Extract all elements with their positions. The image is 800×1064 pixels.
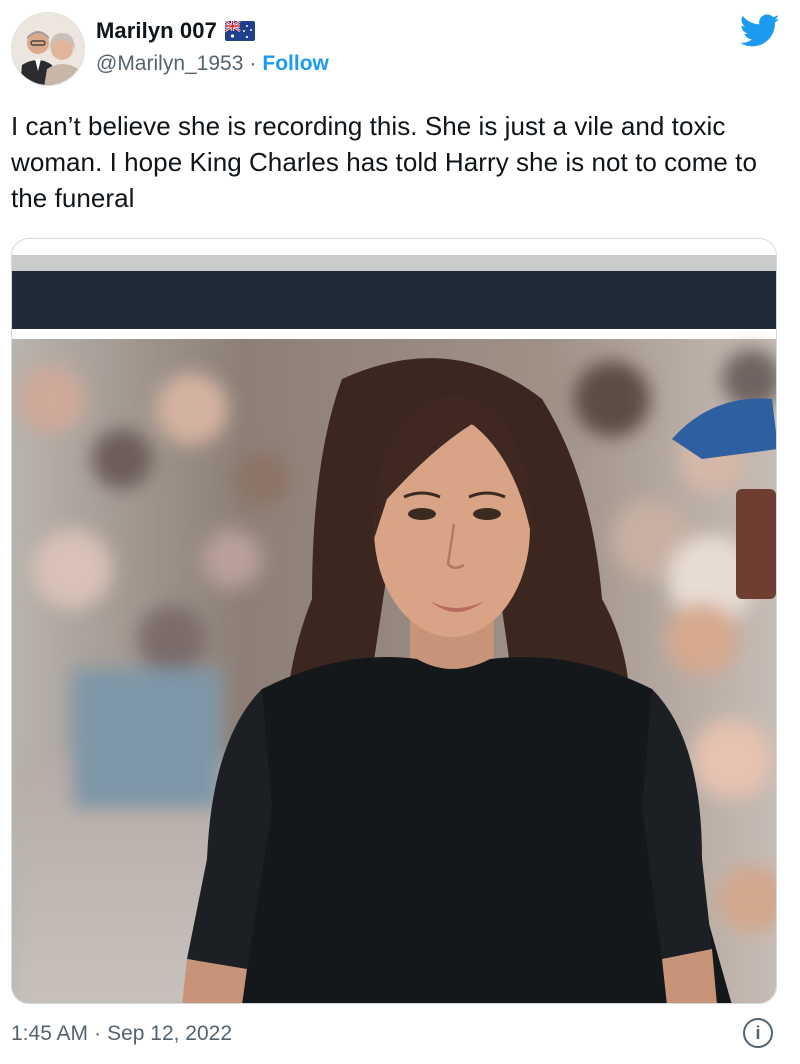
tweet-media[interactable] [11, 238, 777, 1004]
display-name[interactable]: Marilyn 007 [96, 18, 217, 44]
follow-button[interactable]: Follow [262, 52, 329, 76]
tweet-date: Sep 12, 2022 [107, 1022, 233, 1045]
timestamp[interactable]: 1:45 AM · Sep 12, 2022 [11, 1022, 232, 1046]
timestamp-separator: · [94, 1022, 102, 1045]
name-row: Marilyn 007 [96, 18, 255, 44]
avatar-image [12, 13, 84, 85]
handle-row: @Marilyn_1953 · Follow [96, 52, 329, 76]
tweet-text: I can’t believe she is recording this. S… [11, 111, 757, 213]
tweet-footer: 1:45 AM · Sep 12, 2022 i [11, 1016, 791, 1052]
avatar[interactable] [11, 12, 85, 86]
tweet-header: Marilyn 007 @Marilyn_1953 · Follow [0, 0, 800, 100]
twitter-bird-icon[interactable] [740, 14, 780, 48]
tweet-time: 1:45 AM [11, 1022, 89, 1045]
australia-flag-icon [224, 21, 255, 41]
media-photo [12, 239, 776, 1003]
user-handle[interactable]: @Marilyn_1953 [96, 52, 243, 76]
info-icon[interactable]: i [743, 1018, 773, 1048]
handle-separator: · [249, 52, 257, 75]
